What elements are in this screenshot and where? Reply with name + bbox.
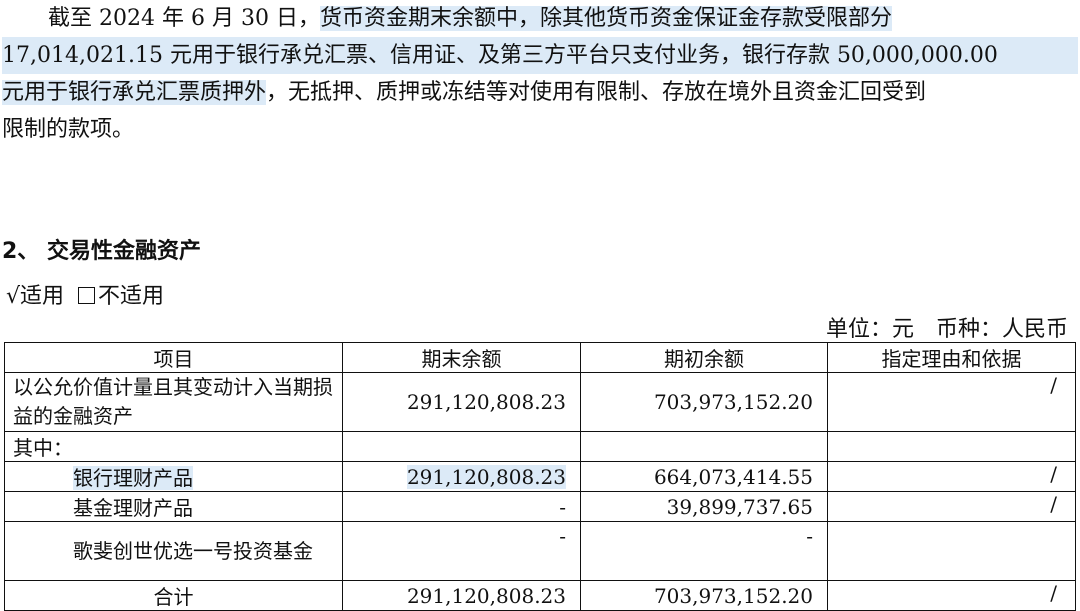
item-cell: 银行理财产品 (4, 461, 343, 492)
reason-cell: / (827, 461, 1076, 492)
not-applicable-label: 不适用 (98, 284, 165, 309)
item-cell: 歌斐创世优选一号投资基金 (4, 521, 343, 581)
paragraph-text: ，无抵押、质押或冻结等对使用有限制、存放在境外且资金汇回受到 (266, 80, 927, 105)
highlighted-text: 货币资金期末余额中，除其他货币资金保证金存款受限部分 (319, 6, 892, 31)
paragraph-line-4: 限制的款项。 (2, 117, 135, 142)
column-header: 指定理由和依据 (827, 342, 1076, 373)
reason-cell: / (827, 372, 1076, 432)
item-cell: 其中： (4, 431, 343, 462)
restricted-funds-paragraph: 截至 2024 年 6 月 30 日，货币资金期末余额中，除其他货币资金保证金存… (2, 0, 1078, 148)
check-icon: √ (6, 284, 21, 309)
reason-cell (827, 431, 1076, 462)
column-header: 期末余额 (342, 342, 581, 373)
table-row-total: 合计 291,120,808.23 703,973,152.20 / (4, 580, 1076, 611)
item-cell: 以公允价值计量且其变动计入当期损益的金融资产 (4, 372, 343, 432)
reason-cell: / (827, 491, 1076, 522)
begin-balance-cell: 703,973,152.20 (580, 372, 828, 432)
begin-balance-cell: 39,899,737.65 (580, 491, 828, 522)
end-balance-cell: - (342, 521, 581, 581)
reason-cell (827, 521, 1076, 581)
table-header-row: 项目 期末余额 期初余额 指定理由和依据 (4, 342, 1076, 373)
column-header: 项目 (4, 342, 343, 373)
unit-currency-note: 单位：元 币种：人民币 (825, 317, 1068, 342)
paragraph-text: 截至 2024 年 6 月 30 日， (48, 6, 320, 31)
applicable-label: 适用 (20, 284, 65, 309)
table-row: 歌斐创世优选一号投资基金 - - (4, 521, 1076, 581)
table-row: 银行理财产品 291,120,808.23 664,073,414.55 / (4, 461, 1076, 492)
paragraph-line-3: 元用于银行承兑汇票质押外，无抵押、质押或冻结等对使用有限制、存放在境外且资金汇回… (2, 74, 1078, 111)
end-balance-cell: 291,120,808.23 (342, 461, 581, 492)
trading-financial-assets-table: 项目 期末余额 期初余额 指定理由和依据 以公允价值计量且其变动计入当期损益的金… (4, 342, 1076, 611)
begin-balance-cell: - (580, 521, 828, 581)
end-balance-cell: 291,120,808.23 (342, 580, 581, 611)
column-header: 期初余额 (580, 342, 828, 373)
highlighted-text: 银行理财产品 (73, 466, 193, 490)
highlighted-text: 元用于银行承兑汇票质押外 (2, 80, 267, 105)
item-cell: 合计 (4, 580, 343, 611)
table-row: 基金理财产品 - 39,899,737.65 / (4, 491, 1076, 522)
end-balance-cell: 291,120,808.23 (342, 372, 581, 432)
begin-balance-cell: 664,073,414.55 (580, 461, 828, 492)
item-cell: 基金理财产品 (4, 491, 343, 522)
end-balance-cell: - (342, 491, 581, 522)
begin-balance-cell: 703,973,152.20 (580, 580, 828, 611)
reason-cell: / (827, 580, 1076, 611)
end-balance-cell (342, 431, 581, 462)
table-row: 其中： (4, 431, 1076, 462)
table-row: 以公允价值计量且其变动计入当期损益的金融资产 291,120,808.23 70… (4, 372, 1076, 432)
section-heading: 2、 交易性金融资产 (2, 239, 201, 264)
begin-balance-cell (580, 431, 828, 462)
highlighted-text: 291,120,808.23 (406, 464, 566, 489)
applicability-line: √适用 不适用 (6, 278, 164, 310)
empty-checkbox-icon (78, 287, 96, 304)
paragraph-line-2: 17,014,021.15 元用于银行承兑汇票、信用证、及第三方平台只支付业务，… (2, 37, 1078, 74)
paragraph-line-1: 截至 2024 年 6 月 30 日，货币资金期末余额中，除其他货币资金保证金存… (2, 0, 1078, 37)
